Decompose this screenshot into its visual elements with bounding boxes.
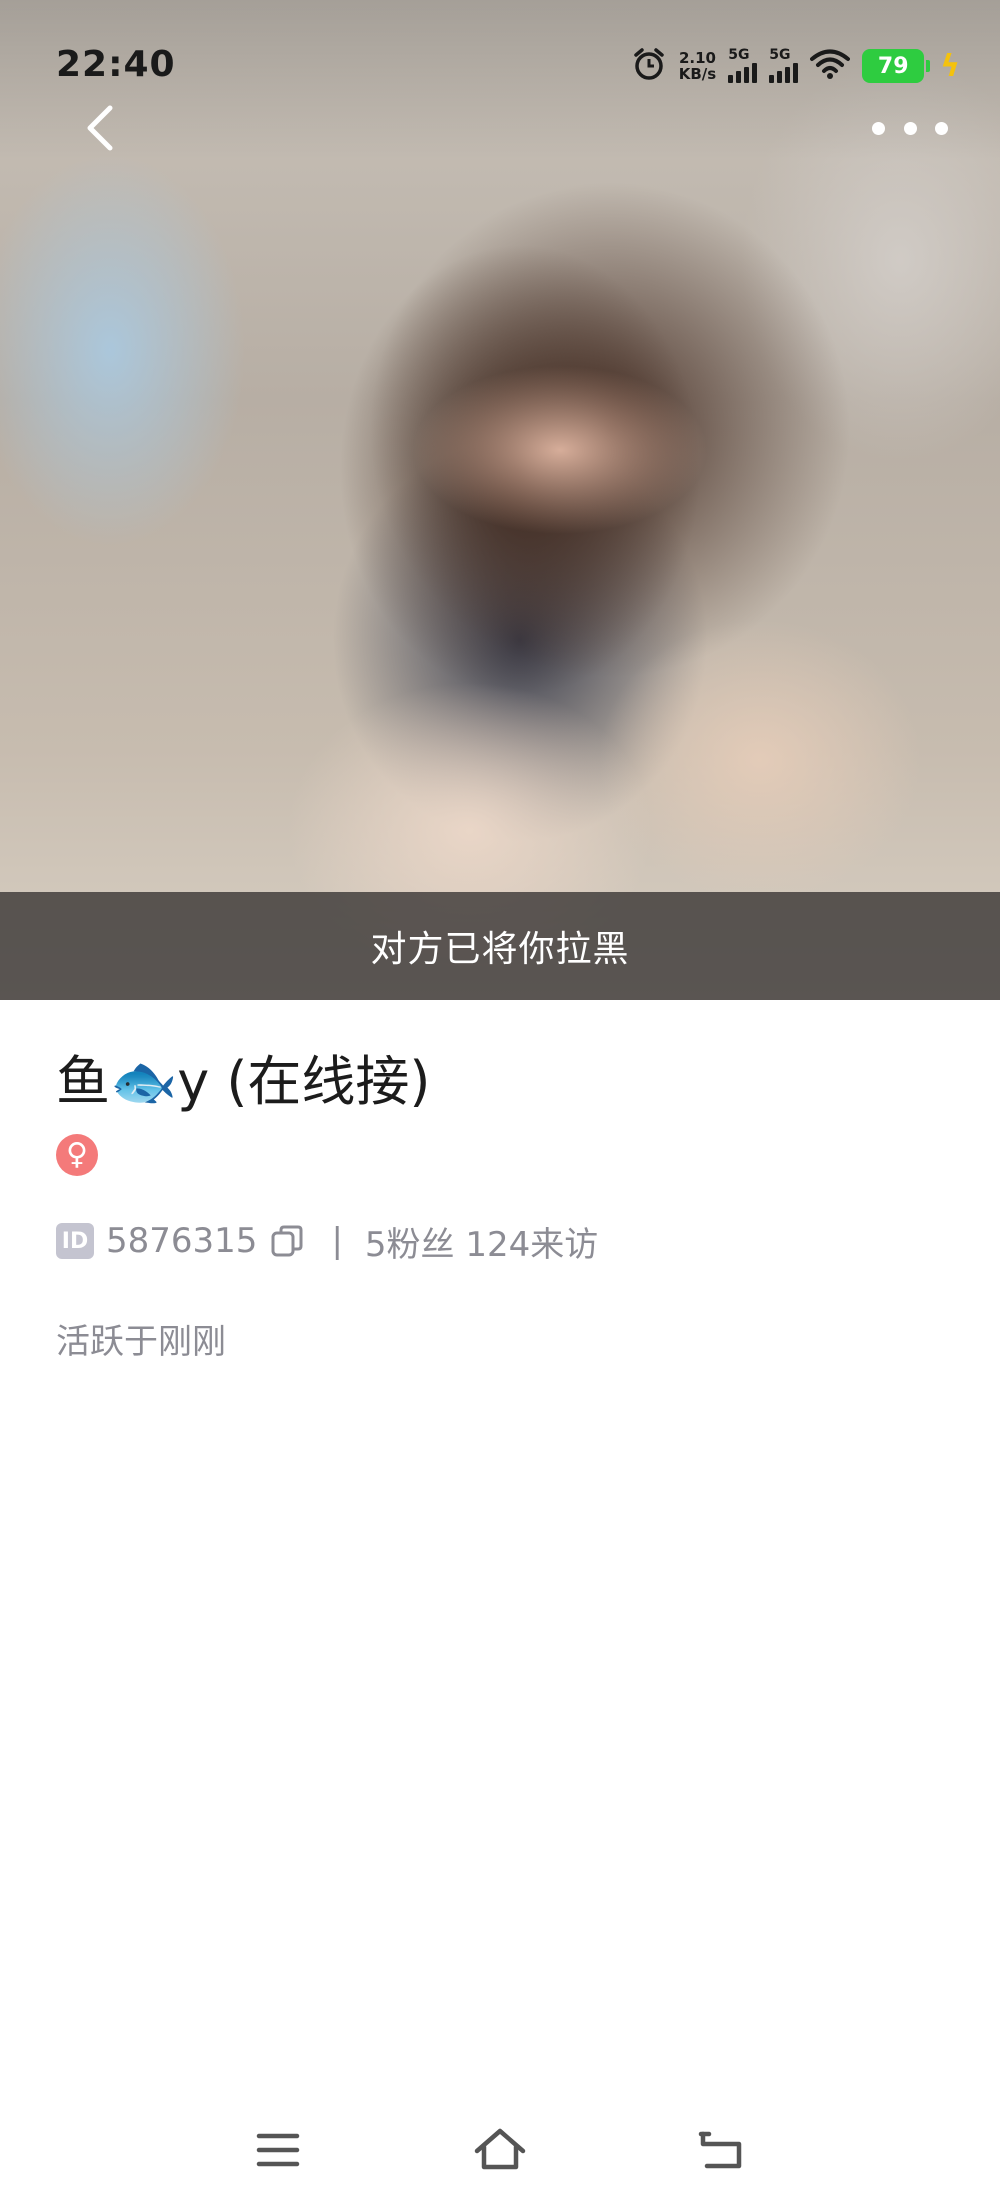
user-id: 5876315 <box>106 1221 258 1261</box>
follower-visitor-stats: 5粉丝 124来访 <box>364 1224 599 1265</box>
menu-button[interactable] <box>248 2120 308 2180</box>
blocked-banner: 对方已将你拉黑 <box>0 892 1000 1000</box>
battery-level: 79 <box>877 53 909 79</box>
network-speed: 2.10 KB/s <box>679 50 716 82</box>
sim2-generation: 5G <box>769 47 791 63</box>
chevron-left-icon <box>87 105 113 151</box>
active-status: 活跃于刚刚 <box>56 1322 226 1362</box>
sim2-signal: 5G <box>769 47 799 83</box>
back-nav-button[interactable] <box>692 2120 752 2180</box>
female-gender-icon: ♀ <box>56 1134 98 1176</box>
sim1-generation: 5G <box>728 47 750 63</box>
network-speed-unit: KB/s <box>678 65 717 83</box>
status-icons: 2.10 KB/s 5G 5G 79 ϟ <box>631 46 960 86</box>
sim1-signal: 5G <box>728 47 758 83</box>
blocked-banner-text: 对方已将你拉黑 <box>370 929 630 970</box>
system-navigation-bar <box>0 2100 1000 2200</box>
back-return-icon <box>698 2131 742 2169</box>
meta-divider: | <box>331 1221 343 1261</box>
lightning-bolt-icon: ϟ <box>940 48 960 84</box>
copy-icon[interactable] <box>269 1221 309 1261</box>
more-dot <box>935 121 948 135</box>
wifi-icon <box>810 48 851 84</box>
alarm-icon <box>631 46 667 86</box>
profile-screen: 对方已将你拉黑 22:40 2.10 KB/s 5G 5G 79 ϟ 鱼🐟y (… <box>0 0 1000 2200</box>
profile-info: 鱼🐟y (在线接) ♀ ID 5876315 | 5粉丝 124来访 活跃于刚刚 <box>56 1040 946 1363</box>
status-bar: 22:40 2.10 KB/s 5G 5G 79 ϟ <box>0 0 1000 120</box>
more-dot <box>872 121 885 135</box>
back-button[interactable] <box>72 100 128 156</box>
more-dot <box>903 121 917 135</box>
signal-bars-icon <box>728 61 758 83</box>
home-icon <box>474 2128 526 2170</box>
network-speed-value: 2.10 <box>678 49 716 67</box>
menu-icon <box>256 2133 300 2167</box>
more-options-button[interactable] <box>872 108 948 148</box>
profile-cover-photo: 对方已将你拉黑 <box>0 0 1000 1000</box>
profile-meta-row: ID 5876315 | 5粉丝 124来访 <box>56 1216 946 1266</box>
status-time: 22:40 <box>56 44 176 85</box>
signal-bars-icon <box>769 61 799 83</box>
id-badge: ID <box>56 1223 94 1259</box>
home-button[interactable] <box>470 2120 530 2180</box>
battery-indicator: 79 <box>862 49 931 83</box>
profile-name: 鱼🐟y (在线接) <box>56 1050 431 1113</box>
